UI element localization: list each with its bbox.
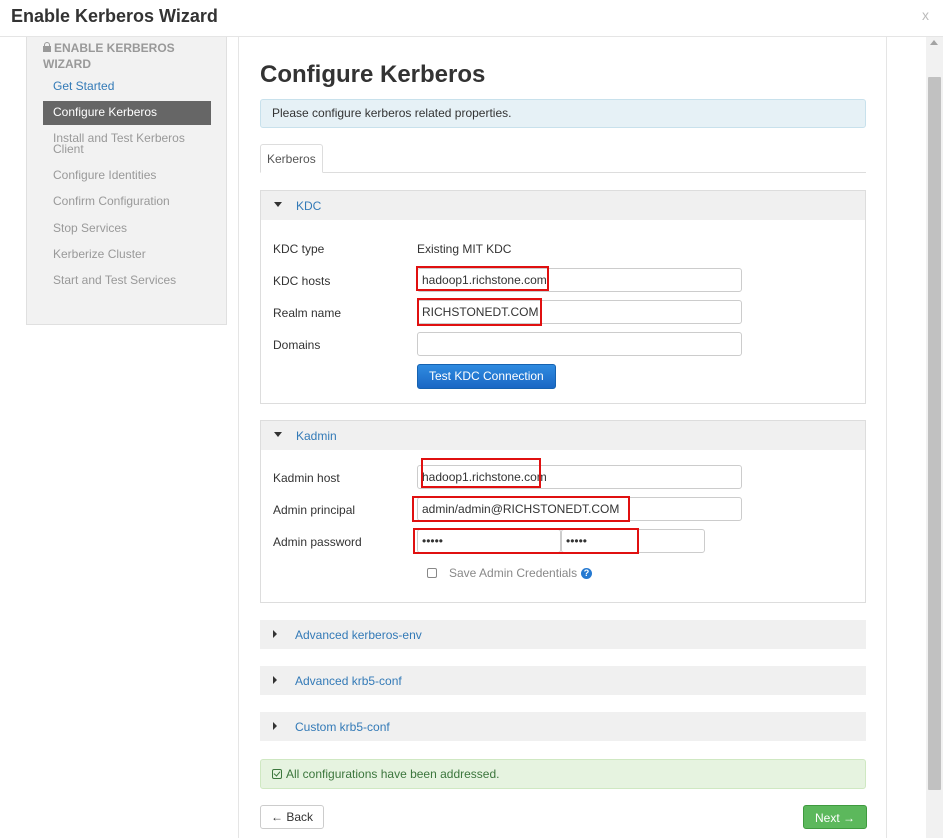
- advanced-kerberos-env-header[interactable]: Advanced kerberos-env: [260, 620, 866, 649]
- main-panel: Configure Kerberos Please configure kerb…: [238, 37, 887, 838]
- admin-principal-input[interactable]: [417, 497, 742, 521]
- kdc-section: KDC KDC type Existing MIT KDC KDC hosts …: [260, 190, 866, 404]
- caret-right-icon: [273, 676, 277, 684]
- tab-bar: Kerberos: [260, 144, 866, 173]
- kadmin-host-input[interactable]: [417, 465, 742, 489]
- close-icon[interactable]: x: [922, 7, 929, 23]
- caret-right-icon: [273, 722, 277, 730]
- kadmin-section-title: Kadmin: [296, 429, 337, 443]
- domains-label: Domains: [273, 338, 321, 352]
- admin-principal-label: Admin principal: [273, 503, 356, 517]
- caret-down-icon: [274, 202, 282, 207]
- scroll-up-arrow-icon[interactable]: [930, 40, 938, 45]
- kadmin-section: Kadmin Kadmin host Admin principal Admin…: [260, 420, 866, 603]
- caret-right-icon: [273, 630, 277, 638]
- admin-password-label: Admin password: [273, 535, 362, 549]
- tab-kerberos[interactable]: Kerberos: [260, 144, 323, 173]
- scrollbar-thumb[interactable]: [928, 77, 941, 790]
- page-title: Configure Kerberos: [260, 61, 486, 88]
- custom-krb5-conf-header[interactable]: Custom krb5-conf: [260, 712, 866, 741]
- step-stop-services: Stop Services: [53, 221, 128, 235]
- advanced-kerberos-env-title: Advanced kerberos-env: [295, 628, 422, 642]
- advanced-krb5-conf-header[interactable]: Advanced krb5-conf: [260, 666, 866, 695]
- lock-icon: [43, 42, 51, 52]
- check-icon: [272, 769, 282, 779]
- sidebar-header-label: ENABLE KERBEROS WIZARD: [43, 41, 175, 71]
- help-icon[interactable]: ?: [581, 568, 592, 579]
- advanced-krb5-conf-section[interactable]: Advanced krb5-conf: [260, 666, 866, 695]
- admin-password-confirm-input[interactable]: [561, 529, 705, 553]
- next-button[interactable]: Next →: [803, 805, 867, 829]
- test-kdc-connection-button[interactable]: Test KDC Connection: [417, 364, 556, 389]
- step-configure-kerberos[interactable]: Configure Kerberos: [43, 101, 211, 125]
- kdc-hosts-label: KDC hosts: [273, 274, 331, 288]
- kdc-type-value: Existing MIT KDC: [417, 242, 512, 256]
- step-start-test-services: Start and Test Services: [53, 273, 177, 287]
- advanced-kerberos-env-section[interactable]: Advanced kerberos-env: [260, 620, 866, 649]
- kdc-hosts-input[interactable]: [417, 268, 742, 292]
- kadmin-section-header[interactable]: Kadmin: [261, 421, 865, 450]
- kdc-section-header[interactable]: KDC: [261, 191, 865, 220]
- domains-input[interactable]: [417, 332, 742, 356]
- kdc-type-label: KDC type: [273, 242, 325, 256]
- save-credentials-label: Save Admin Credentials: [449, 566, 578, 580]
- advanced-krb5-conf-title: Advanced krb5-conf: [295, 674, 402, 688]
- wizard-sidebar: ENABLE KERBEROS WIZARD Get Started Confi…: [26, 37, 227, 325]
- realm-name-input[interactable]: [417, 300, 742, 324]
- save-credentials-checkbox[interactable]: [427, 568, 437, 578]
- left-area: ENABLE KERBEROS WIZARD Get Started Confi…: [0, 37, 238, 838]
- admin-password-input[interactable]: [417, 529, 561, 553]
- caret-down-icon: [274, 432, 282, 437]
- back-button[interactable]: ← Back: [260, 805, 325, 829]
- realm-name-label: Realm name: [273, 306, 342, 320]
- custom-krb5-conf-title: Custom krb5-conf: [295, 720, 390, 734]
- kadmin-host-label: Kadmin host: [273, 471, 340, 485]
- kdc-section-title: KDC: [296, 199, 322, 213]
- step-install-test-client: Install and Test Kerberos Client: [53, 131, 185, 156]
- success-alert: All configurations have been addressed.: [260, 759, 866, 789]
- step-confirm-configuration: Confirm Configuration: [53, 194, 170, 208]
- dialog-title: Enable Kerberos Wizard: [11, 6, 218, 26]
- step-configure-identities: Configure Identities: [53, 168, 157, 182]
- success-text: All configurations have been addressed.: [286, 767, 500, 781]
- step-kerberize-cluster: Kerberize Cluster: [53, 247, 146, 261]
- sidebar-header: ENABLE KERBEROS WIZARD: [43, 40, 218, 72]
- info-alert: Please configure kerberos related proper…: [260, 99, 866, 128]
- step-get-started[interactable]: Get Started: [43, 80, 211, 92]
- modal-header: Enable Kerberos Wizard x: [0, 0, 943, 37]
- custom-krb5-conf-section[interactable]: Custom krb5-conf: [260, 712, 866, 741]
